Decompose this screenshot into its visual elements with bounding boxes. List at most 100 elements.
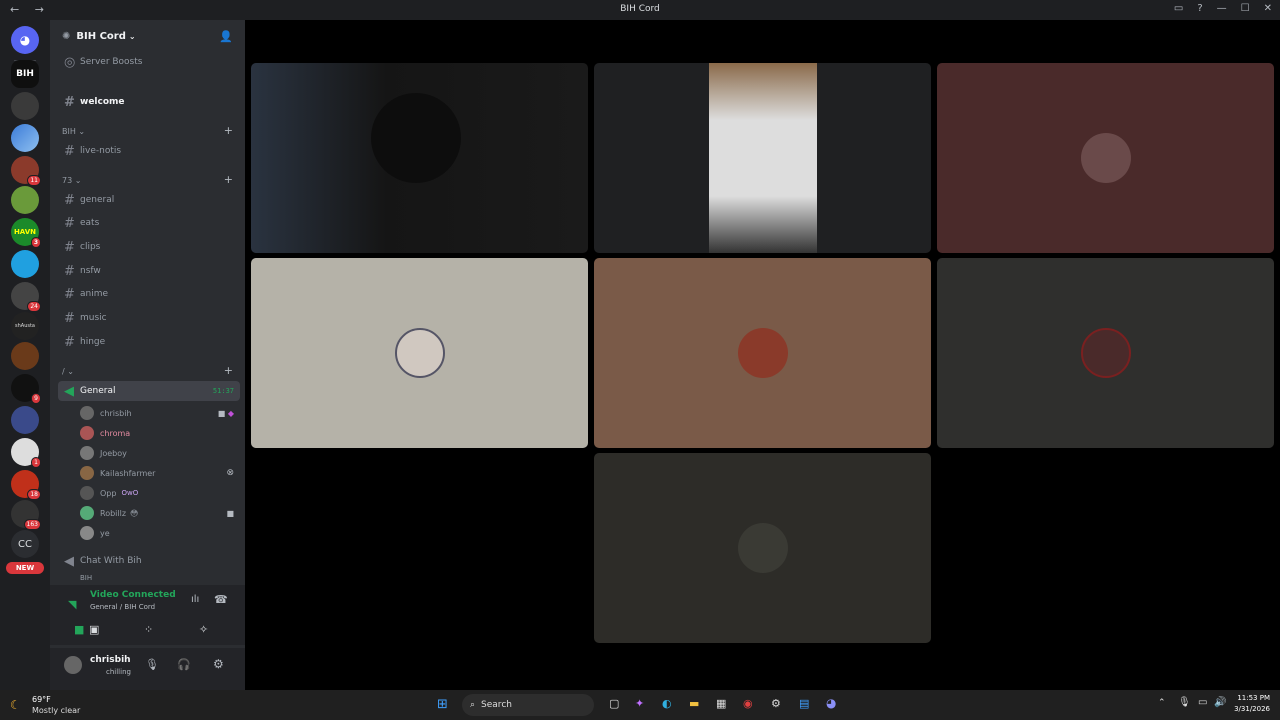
network-icon[interactable]: ▭ <box>1198 697 1207 708</box>
channel-hinge[interactable]: # hinge <box>58 332 240 352</box>
voice-member[interactable]: Robillz 😳 ■ <box>80 504 240 522</box>
server-15[interactable]: 163 <box>11 500 41 530</box>
screenshare-icon[interactable]: ▣ <box>89 623 99 636</box>
task-view-icon[interactable]: ▢ <box>609 697 619 710</box>
voice-member[interactable]: Kailashfarmer ⊗ <box>80 464 240 482</box>
video-icon[interactable]: ■ <box>74 623 84 636</box>
avatar <box>80 426 94 440</box>
clock-date[interactable]: 3/31/2026 <box>1232 705 1270 713</box>
camera-icon: ■ ◆ <box>217 408 234 418</box>
steam-icon[interactable]: ⚙ <box>771 697 781 710</box>
voice-member[interactable]: ye <box>80 524 240 542</box>
disconnect-icon[interactable]: ☎ <box>214 593 228 606</box>
server-11[interactable]: 9 <box>11 374 41 404</box>
video-tile-avatar-4[interactable] <box>251 258 588 448</box>
voice-member[interactable]: Opp OwO <box>80 484 240 502</box>
weather-desc: Mostly clear <box>32 706 81 715</box>
video-tile-camera-1[interactable] <box>251 63 588 253</box>
activities-icon[interactable]: ⁘ <box>144 623 153 636</box>
video-tile-avatar-5[interactable] <box>594 258 931 448</box>
hash-icon: # <box>64 94 75 110</box>
server-8[interactable]: 24 <box>11 282 41 312</box>
server-2[interactable] <box>11 92 39 120</box>
microphone-icon[interactable]: 🎙 <box>145 658 159 671</box>
noise-suppression-icon[interactable]: ılı <box>191 594 199 605</box>
channel-eats[interactable]: # eats <box>58 213 240 233</box>
channel-music[interactable]: # music <box>58 308 240 328</box>
voice-location[interactable]: General / BIH Cord <box>90 603 155 611</box>
add-channel-icon[interactable]: + <box>224 124 233 137</box>
video-tile-avatar-7[interactable] <box>594 453 931 643</box>
webcam-feed <box>709 63 817 253</box>
copilot-icon[interactable]: ✦ <box>635 697 644 710</box>
edge-icon[interactable]: ◐ <box>662 697 672 710</box>
voice-member[interactable]: chroma <box>80 424 240 442</box>
server-5[interactable] <box>11 186 39 214</box>
add-channel-icon[interactable]: + <box>224 173 233 186</box>
channel-general[interactable]: # general <box>58 190 240 210</box>
avatar <box>80 446 94 460</box>
soundboard-icon[interactable]: ✧ <box>199 623 208 636</box>
avatar <box>80 526 94 540</box>
weather-temp: 69°F <box>32 695 51 704</box>
emoji-icon: 😳 <box>130 508 139 518</box>
server-3[interactable] <box>11 124 39 152</box>
signal-icon[interactable]: ◥ <box>68 598 76 611</box>
file-explorer-icon[interactable]: ▬ <box>689 697 699 710</box>
category-bih[interactable]: BIH ⌄ <box>62 127 85 136</box>
server-havn[interactable]: HAVN 3 <box>11 218 41 248</box>
weather-icon[interactable]: ☾ <box>10 698 21 712</box>
camera-icon: ■ <box>226 508 234 518</box>
minimize-button[interactable]: — <box>1217 3 1227 14</box>
channel-nsfw[interactable]: # nsfw <box>58 261 240 281</box>
server-boosts[interactable]: ◎ Server Boosts <box>58 52 240 72</box>
server-13[interactable]: 1 <box>11 438 41 468</box>
avatar[interactable] <box>64 656 82 674</box>
taskbar-search[interactable]: ⌕ Search <box>462 694 594 716</box>
channel-live-notis[interactable]: # live-notis <box>58 141 240 161</box>
new-badge[interactable]: NEW <box>6 562 44 574</box>
server-9[interactable]: shAusta <box>11 312 39 340</box>
member-tag: OwO <box>121 489 139 497</box>
channel-hidden[interactable]: BIH <box>58 573 240 583</box>
channel-clips[interactable]: # clips <box>58 237 240 257</box>
server-4[interactable]: 11 <box>11 156 41 186</box>
maximize-button[interactable]: ☐ <box>1241 3 1250 14</box>
inbox-icon[interactable]: ▭ <box>1174 3 1183 14</box>
add-channel-icon[interactable]: + <box>224 364 233 377</box>
voice-channel-chat-with-bih[interactable]: ◀ Chat With Bih <box>58 551 240 571</box>
server-14[interactable]: 18 <box>11 470 41 500</box>
channel-anime[interactable]: # anime <box>58 284 240 304</box>
server-cc[interactable]: CC <box>11 530 39 558</box>
video-tile-avatar-6[interactable] <box>937 258 1274 448</box>
headphones-icon[interactable]: 🎧 <box>177 658 191 671</box>
category-73[interactable]: 73 ⌄ <box>62 176 81 185</box>
boost-icon: ◎ <box>64 54 76 70</box>
tray-mic-icon[interactable]: 🎙 <box>1178 697 1191 708</box>
server-bih[interactable]: BIH <box>11 60 39 88</box>
channel-welcome[interactable]: # welcome <box>58 92 240 112</box>
add-member-icon[interactable]: 👤 <box>219 30 233 43</box>
voice-member[interactable]: Joeboy <box>80 444 240 462</box>
discord-taskbar-icon[interactable]: ◕ <box>826 696 836 710</box>
category-slash[interactable]: / ⌄ <box>62 367 74 376</box>
notepad-icon[interactable]: ▤ <box>799 697 809 710</box>
windows-start-icon[interactable]: ⊞ <box>437 697 448 712</box>
close-button[interactable]: ✕ <box>1264 3 1272 14</box>
voice-channel-general[interactable]: ◀ General 51:37 <box>58 381 240 401</box>
guild-header[interactable]: ✺ BIH Cord ⌄ 👤 <box>50 20 245 52</box>
store-icon[interactable]: ▦ <box>716 697 726 710</box>
clock-time[interactable]: 11:53 PM <box>1232 694 1270 702</box>
tray-chevron-icon[interactable]: ⌃ <box>1158 698 1166 708</box>
server-12[interactable] <box>11 406 39 434</box>
video-tile-avatar-3[interactable] <box>937 63 1274 253</box>
server-7[interactable] <box>11 250 39 278</box>
voice-member[interactable]: chrisbih ■ ◆ <box>80 404 240 422</box>
settings-gear-icon[interactable]: ⚙ <box>213 657 224 671</box>
chrome-icon[interactable]: ◉ <box>743 697 753 710</box>
volume-icon[interactable]: 🔊 <box>1214 697 1226 708</box>
help-icon[interactable]: ? <box>1197 3 1202 14</box>
video-tile-camera-2[interactable] <box>594 63 931 253</box>
title-bar: ← → BIH Cord ▭ ? — ☐ ✕ <box>0 0 1280 20</box>
server-10[interactable] <box>11 342 39 370</box>
